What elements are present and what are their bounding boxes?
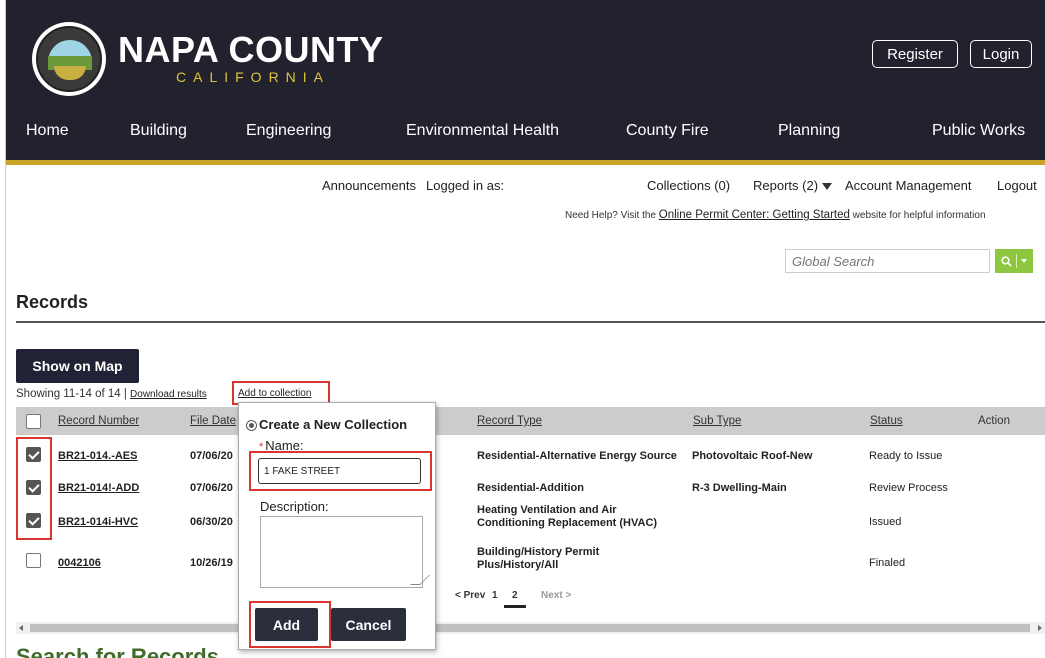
reports-menu[interactable]: Reports (2) <box>753 178 833 193</box>
scrollbar-thumb[interactable] <box>30 624 1030 632</box>
status: Review Process <box>869 482 948 494</box>
help-prefix: Need Help? Visit the <box>565 210 656 221</box>
global-search-field <box>785 249 990 273</box>
pager-page-1[interactable]: 1 <box>492 590 498 601</box>
logout-link[interactable]: Logout <box>997 178 1037 193</box>
nav-engineering[interactable]: Engineering <box>246 122 331 140</box>
col-record-number[interactable]: Record Number <box>58 415 139 427</box>
search-options-caret-icon <box>1021 259 1027 263</box>
row-checkbox[interactable] <box>26 553 41 568</box>
seal-image <box>36 26 102 92</box>
table-row: BR21-014!-ADD 07/06/20 Residential-Addit… <box>16 471 1045 501</box>
showing-count: Showing 11-14 of 14 <box>16 388 121 400</box>
pager-current-indicator <box>504 605 526 608</box>
nav-environmental-health[interactable]: Environmental Health <box>406 122 559 140</box>
results-summary: Showing 11-14 of 14 | Download results <box>16 388 207 400</box>
pager-page-2: 2 <box>512 590 518 601</box>
brand-title[interactable]: NAPA COUNTY <box>118 32 384 68</box>
record-number-link[interactable]: BR21-014i-HVC <box>58 516 138 528</box>
record-type: Heating Ventilation and Air Conditioning… <box>477 504 658 529</box>
scroll-right-icon[interactable] <box>1038 625 1042 631</box>
collections-link[interactable]: Collections (0) <box>647 178 730 193</box>
col-status[interactable]: Status <box>870 415 903 427</box>
popup-title: Create a New Collection <box>259 417 408 432</box>
file-date: 07/06/20 <box>190 482 233 494</box>
brand-subtitle: CALIFORNIA <box>176 69 331 85</box>
county-seal-logo[interactable] <box>32 22 106 96</box>
record-number-link[interactable]: BR21-014!-ADD <box>58 482 139 494</box>
title-divider <box>16 321 1045 323</box>
page-title: Records <box>16 292 89 312</box>
header-accent-line <box>6 160 1045 165</box>
search-button[interactable] <box>995 249 1033 273</box>
record-number-link[interactable]: 0042106 <box>58 557 101 569</box>
col-action: Action <box>978 415 1010 427</box>
caret-down-icon <box>822 183 833 191</box>
global-search-input[interactable] <box>786 250 989 272</box>
create-collection-popup: Create a New Collection *Name: Descripti… <box>238 402 436 650</box>
cancel-button[interactable]: Cancel <box>331 608 406 641</box>
horizontal-scrollbar[interactable] <box>16 622 1045 634</box>
file-date: 10/26/19 <box>190 557 233 569</box>
col-sub-type[interactable]: Sub Type <box>693 415 741 427</box>
nav-county-fire[interactable]: County Fire <box>626 122 709 140</box>
window-left-edge <box>0 0 6 658</box>
select-all-checkbox[interactable] <box>26 414 41 429</box>
sub-type: R-3 Dwelling-Main <box>692 482 787 494</box>
file-date: 07/06/20 <box>190 450 233 462</box>
main-nav: Home Building Engineering Environmental … <box>6 110 1045 160</box>
summary-separator: | <box>123 388 127 400</box>
highlight-name-input <box>249 451 432 491</box>
pager-prev[interactable]: < Prev <box>455 590 485 601</box>
nav-building[interactable]: Building <box>130 122 187 140</box>
description-label: Description: <box>260 499 329 514</box>
announcements-link[interactable]: Announcements <box>322 178 416 193</box>
nav-public-works[interactable]: Public Works <box>932 122 1025 140</box>
status: Issued <box>869 516 902 528</box>
collection-description-textarea[interactable] <box>260 516 423 588</box>
sub-type: Photovoltaic Roof-New <box>692 450 813 462</box>
search-for-records-heading: Search for Records <box>16 646 219 658</box>
register-button[interactable]: Register <box>872 40 958 68</box>
login-button[interactable]: Login <box>970 40 1032 68</box>
bottom-heading-text: Search for Records <box>16 646 219 658</box>
logged-in-label: Logged in as: <box>426 178 505 193</box>
help-suffix: website for helpful information <box>852 210 986 221</box>
pager-next[interactable]: Next > <box>541 590 571 601</box>
status: Finaled <box>869 557 906 569</box>
highlight-selected-checkboxes <box>16 437 52 540</box>
record-type: Building/History Permit Plus/History/All <box>477 546 600 571</box>
highlight-add-button <box>249 601 331 648</box>
create-new-collection-radio[interactable] <box>246 420 257 431</box>
record-type: Residential-Alternative Energy Source <box>477 450 677 462</box>
help-text: Need Help? Visit the Online Permit Cente… <box>565 209 986 221</box>
scroll-left-icon[interactable] <box>19 625 23 631</box>
table-row: BR21-014.-AES 07/06/20 Residential-Alter… <box>16 437 1045 467</box>
table-row: BR21-014i-HVC 06/30/20 Heating Ventilati… <box>16 502 1045 540</box>
nav-home[interactable]: Home <box>26 122 69 140</box>
record-type: Residential-Addition <box>477 482 584 494</box>
status: Ready to Issue <box>869 450 943 462</box>
col-record-type[interactable]: Record Type <box>477 415 542 427</box>
reports-label: Reports (2) <box>753 178 819 193</box>
online-permit-center-link[interactable]: Online Permit Center: Getting Started <box>659 209 850 221</box>
account-management-link[interactable]: Account Management <box>845 178 971 193</box>
record-number-link[interactable]: BR21-014.-AES <box>58 450 137 462</box>
search-icon <box>1001 255 1012 267</box>
nav-planning[interactable]: Planning <box>778 122 840 140</box>
download-results-link[interactable]: Download results <box>130 389 207 400</box>
show-on-map-button[interactable]: Show on Map <box>16 349 139 383</box>
file-date: 06/30/20 <box>190 516 233 528</box>
table-header: Record Number File Date Record Type Sub … <box>16 407 1045 435</box>
col-file-date[interactable]: File Date <box>190 415 236 427</box>
table-row: 0042106 10/26/19 Building/History Permit… <box>16 543 1045 581</box>
